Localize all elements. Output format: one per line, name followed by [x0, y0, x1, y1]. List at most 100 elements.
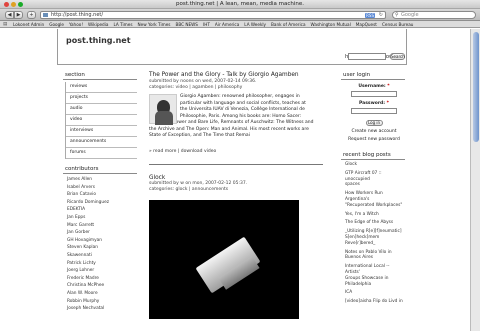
- recent-post-item[interactable]: Glock: [341, 162, 405, 168]
- bookmark-link[interactable]: IHT: [203, 22, 210, 27]
- password-label: Password: *: [343, 101, 405, 106]
- contributor-link[interactable]: Joseph Nechvatal: [67, 305, 137, 313]
- create-account-link[interactable]: Create new account: [343, 129, 405, 134]
- bookmark-link[interactable]: MapQuest: [356, 22, 377, 27]
- post-categories[interactable]: categories: video | agamben | philosophy: [149, 85, 323, 91]
- contributor-link[interactable]: Robbin Murphy: [67, 298, 137, 306]
- bookmark-link[interactable]: Lokonet Admin: [13, 22, 44, 27]
- recent-post-item[interactable]: Yes, I'm a Witch: [341, 212, 405, 218]
- contributor-link[interactable]: Christina McPhee: [67, 282, 137, 290]
- recent-post-item[interactable]: How Workers Run Argentina's "Recuperated …: [341, 191, 405, 208]
- bookmark-link[interactable]: Bank of America: [271, 22, 306, 27]
- site-favicon-icon: [43, 13, 48, 17]
- bookmark-link[interactable]: Yahoo!: [69, 22, 83, 27]
- bookmark-link[interactable]: Washington Mutual: [311, 22, 351, 27]
- reload-icon[interactable]: ↻: [379, 12, 383, 18]
- contributor-link[interactable]: Joerg Lohner: [67, 267, 137, 275]
- recent-post-link[interactable]: How Workers Run Argentina's: [341, 191, 405, 203]
- recent-post-item[interactable]: The Edge of the Abyss: [341, 220, 405, 226]
- login-button[interactable]: Log in: [365, 120, 383, 126]
- section-nav-item[interactable]: projects: [66, 93, 137, 104]
- bookmark-link[interactable]: LA Times: [113, 22, 132, 27]
- bookmarks-bar: ▤ Lokonet Admin Google Yahoo! Wikipedia LA T…: [0, 21, 480, 28]
- bookmark-link[interactable]: Census Bureau: [382, 22, 413, 27]
- add-bookmark-button[interactable]: +: [27, 11, 36, 19]
- bookmark-link[interactable]: Google: [49, 22, 64, 27]
- bookmark-link[interactable]: LA Weekly: [244, 22, 266, 27]
- post-title[interactable]: The Power and the Glory - Talk by Giorgi…: [149, 72, 323, 78]
- recent-post-item[interactable]: [video]aisha Flip do Livd in: [341, 299, 405, 305]
- browser-search-placeholder: Google: [401, 12, 419, 18]
- contributor-link[interactable]: EDEKTIA: [67, 206, 137, 214]
- contributor-link[interactable]: Isabel Arvers: [67, 184, 137, 192]
- recent-post-link[interactable]: ICA: [341, 290, 405, 296]
- recent-post-link[interactable]: "Recuperated Workplaces": [341, 203, 405, 209]
- request-password-link[interactable]: Request new password: [343, 137, 405, 142]
- contributor-link[interactable]: Alan W. Moore: [67, 290, 137, 298]
- recent-post-item[interactable]: Notes on Pablo Vilo in Buenos Aires: [341, 250, 405, 262]
- username-field[interactable]: [351, 91, 397, 97]
- contributor-link[interactable]: GH Hovagimyan: [67, 237, 137, 245]
- post-body: Giorgio Agamben: renowned philosopher, e…: [149, 94, 323, 146]
- section-nav-item[interactable]: video: [66, 115, 137, 126]
- username-label-text: Username:: [358, 84, 386, 89]
- recent-post-link[interactable]: International Local -- Artists': [341, 264, 405, 276]
- section-nav-item[interactable]: forums: [66, 148, 137, 159]
- bookmark-link[interactable]: New York Times: [138, 22, 171, 27]
- recent-post-item[interactable]: ICA: [341, 290, 405, 296]
- contributor-link[interactable]: Marc Garrett: [67, 222, 137, 230]
- portrait-body: [155, 111, 173, 125]
- address-bar[interactable]: http://post.thing.net/ RSS ↻: [40, 11, 386, 19]
- contributor-link[interactable]: Brian Catavio: [67, 191, 137, 199]
- section-nav-item[interactable]: audio: [66, 104, 137, 115]
- scroll-thumb[interactable]: [473, 32, 479, 142]
- recent-post-link[interactable]: The Edge of the Abyss: [341, 220, 405, 226]
- video-player[interactable]: [149, 200, 299, 319]
- bookmark-link[interactable]: BBC NEWS: [175, 22, 198, 27]
- bookmark-link[interactable]: Air America: [215, 22, 239, 27]
- bookmark-link[interactable]: Wikipedia: [88, 22, 108, 27]
- post-categories[interactable]: categories: glock | announcements: [149, 187, 323, 193]
- post-links[interactable]: » read more | download video: [149, 149, 323, 154]
- back-button[interactable]: ◀: [5, 11, 14, 19]
- site-search-button[interactable]: Search: [390, 53, 405, 60]
- section-nav-item[interactable]: reviews: [66, 82, 137, 93]
- login-form: Username: * Password: * Log in Create ne…: [341, 84, 405, 142]
- bookmarks-list: Lokonet Admin Google Yahoo! Wikipedia LA Tim…: [13, 21, 418, 27]
- recent-posts-title: recent blog posts: [341, 152, 405, 160]
- recent-post-link[interactable]: Buenos Aires: [341, 255, 405, 261]
- contributor-link[interactable]: Skawennati: [67, 252, 137, 260]
- recent-post-item[interactable]: _Utilizing R[e][f]neumatic] S[en]heck]mem…: [341, 229, 405, 246]
- vertical-scrollbar[interactable]: [470, 29, 480, 331]
- contributor-link[interactable]: Jan Epps: [67, 214, 137, 222]
- site-title[interactable]: post.thing.net: [66, 36, 131, 45]
- contributor-link[interactable]: Jan Gorber: [67, 229, 137, 237]
- recent-post-item[interactable]: GTP Aircraft 07 :: unoccupied spaces: [341, 171, 405, 188]
- site-search-input[interactable]: [348, 53, 386, 60]
- rss-button[interactable]: RSS: [365, 13, 375, 18]
- contributor-link[interactable]: Steven Kaplan: [67, 244, 137, 252]
- bookmarks-book-icon[interactable]: ▤: [3, 22, 7, 27]
- browser-search-field[interactable]: ⚲ Google: [392, 11, 476, 19]
- forward-button[interactable]: ▶: [14, 11, 23, 19]
- recent-post-item[interactable]: International Local -- Artists' Groups Sh…: [341, 264, 405, 287]
- recent-post-link[interactable]: spaces: [341, 182, 405, 188]
- password-field[interactable]: [351, 108, 397, 114]
- recent-post-link[interactable]: [video]aisha Flip do Livd in: [341, 299, 405, 305]
- search-icon: ⚲: [395, 12, 399, 18]
- recent-post-link[interactable]: Groups Showcase in Philadelphia: [341, 276, 405, 288]
- web-page: post.thing.net headlines | about | Searc…: [0, 29, 480, 331]
- contributor-link[interactable]: Patrick Lichty: [67, 260, 137, 268]
- recent-post-link[interactable]: Reve[r]bered_: [341, 241, 405, 247]
- contributor-link[interactable]: Ricardo Dominguez: [67, 199, 137, 207]
- section-nav-item[interactable]: interviews: [66, 126, 137, 137]
- browser-toolbar: ◀ ▶ + http://post.thing.net/ RSS ↻ ⚲ Goo…: [0, 9, 480, 21]
- recent-post-link[interactable]: GTP Aircraft 07 :: unoccupied: [341, 171, 405, 183]
- section-nav-item[interactable]: announcements: [66, 137, 137, 148]
- required-mark: *: [387, 84, 390, 89]
- contributor-link[interactable]: Frederic Madre: [67, 275, 137, 283]
- recent-post-link[interactable]: Glock: [341, 162, 405, 168]
- post-text-line: State of Exception, and The Time that Re…: [149, 133, 250, 138]
- contributor-link[interactable]: James Allen: [67, 176, 137, 184]
- recent-post-link[interactable]: Yes, I'm a Witch: [341, 212, 405, 218]
